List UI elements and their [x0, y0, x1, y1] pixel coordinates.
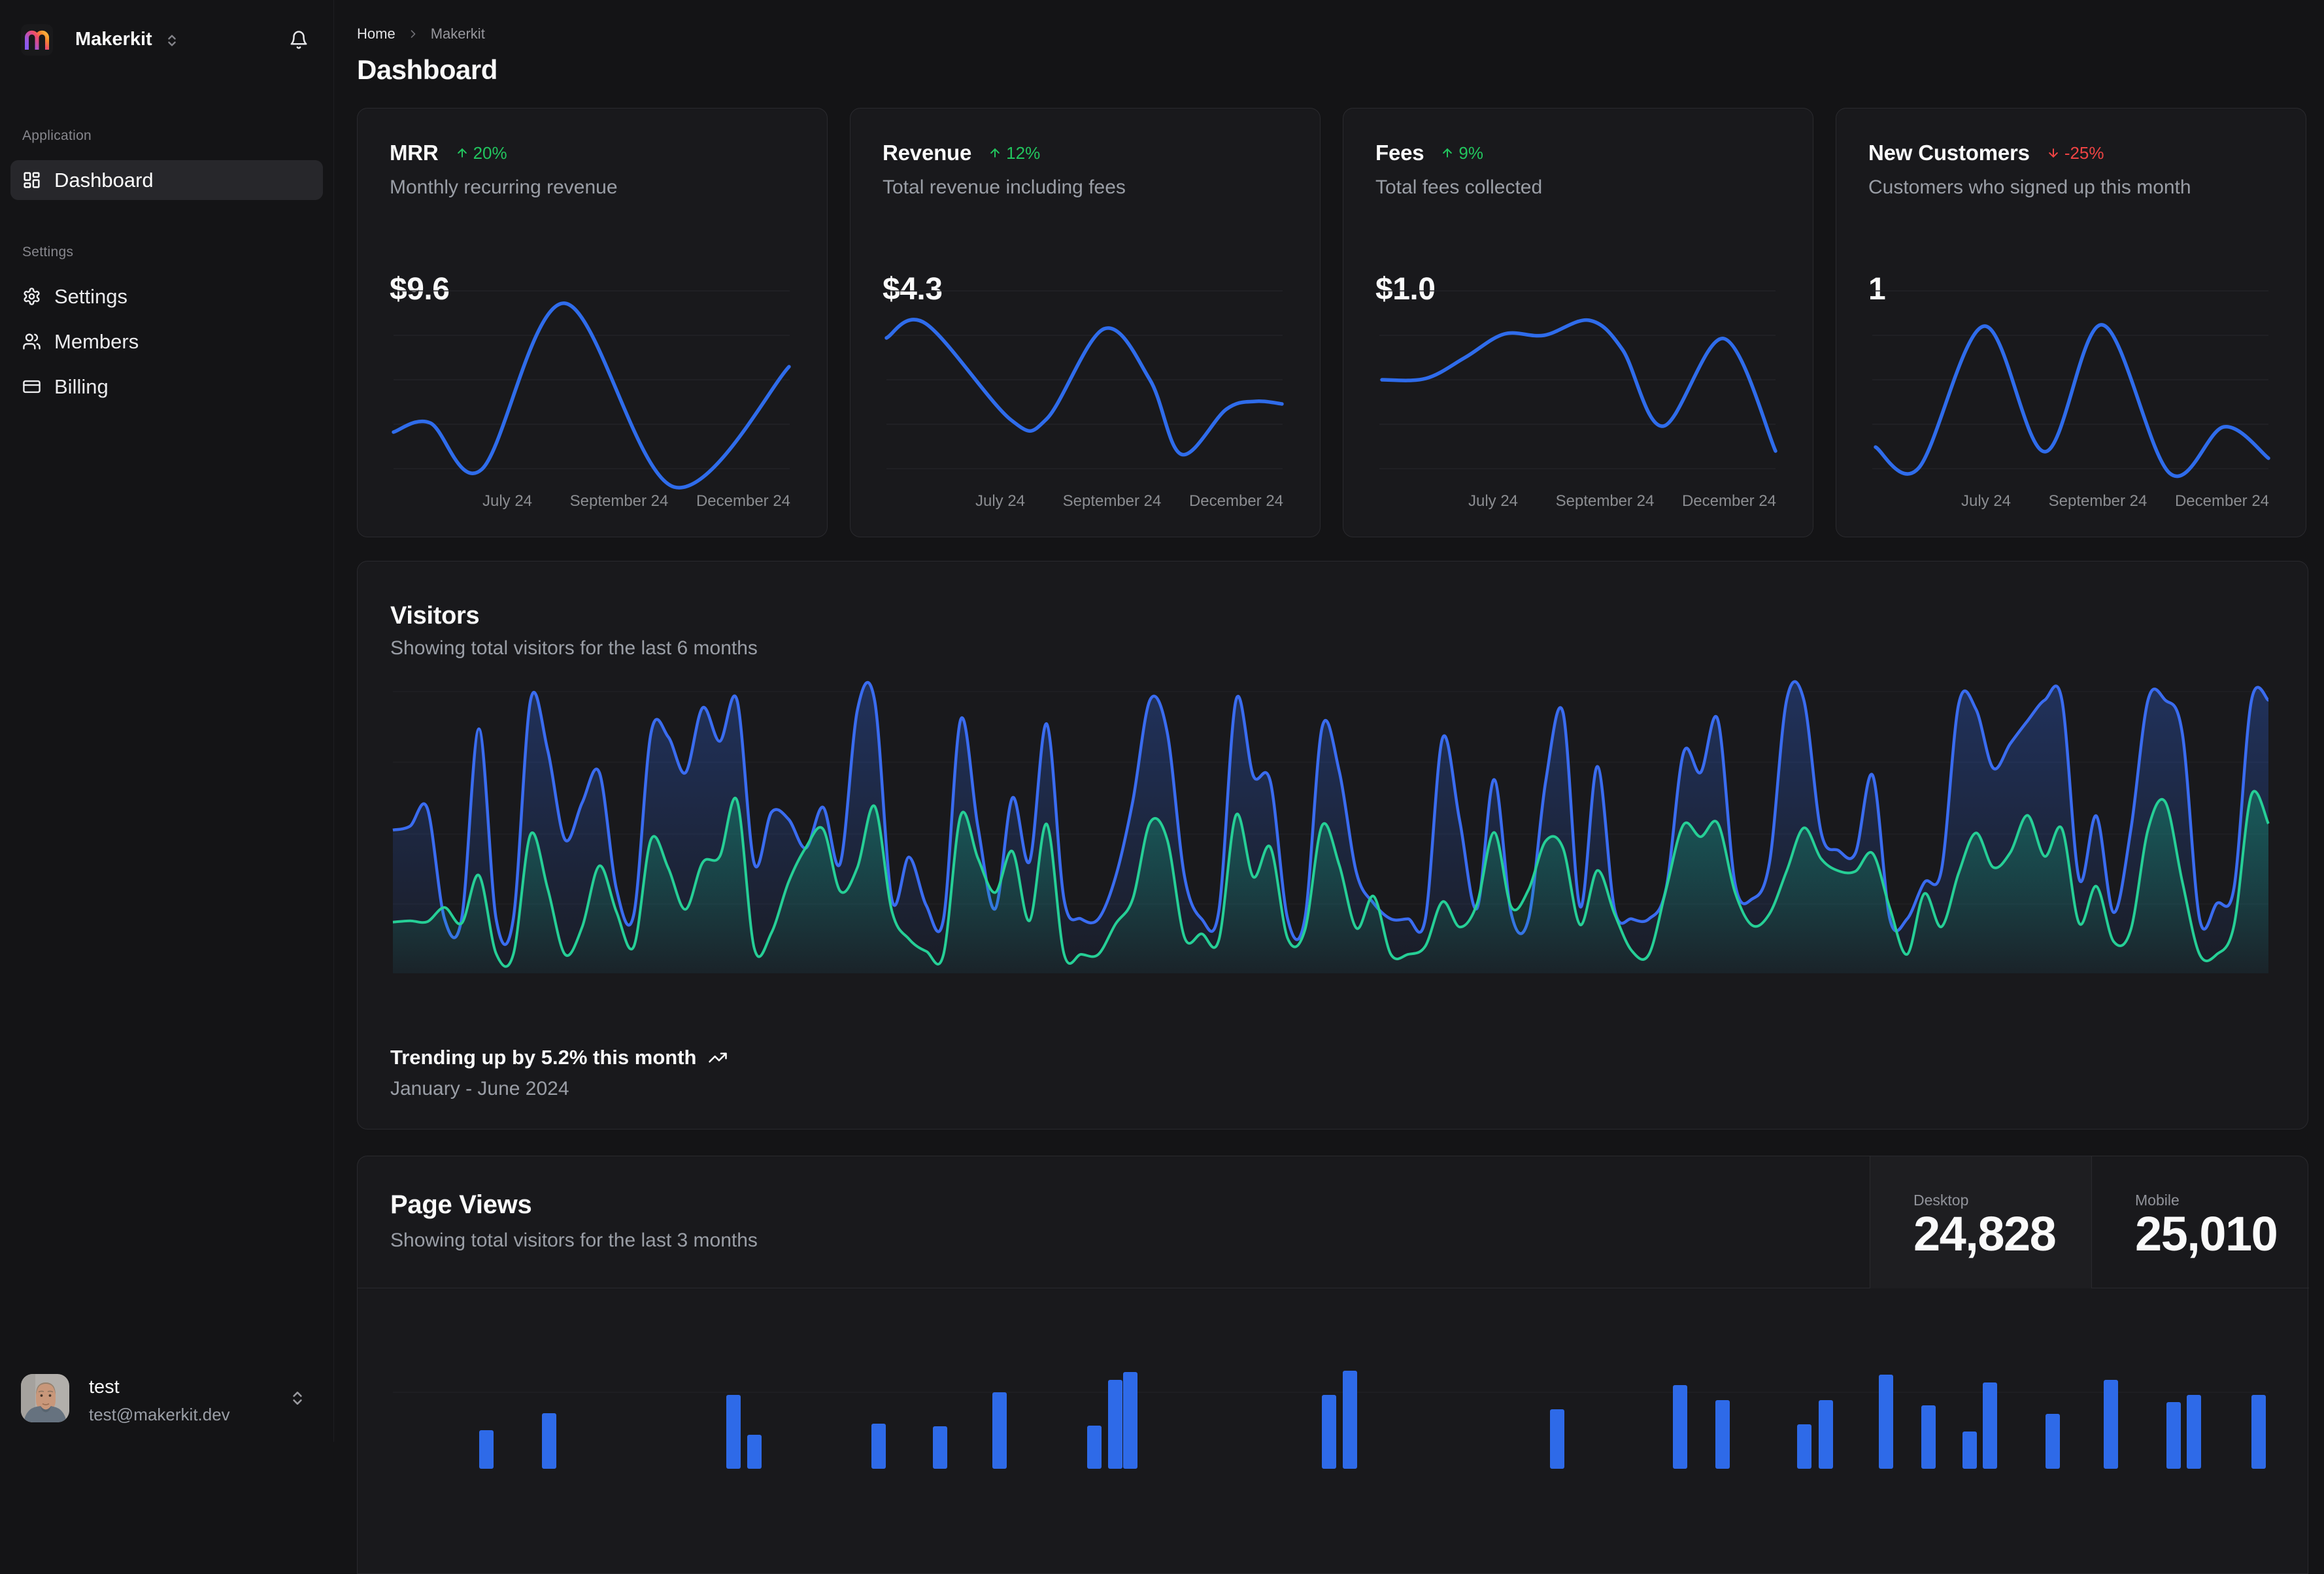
- svg-text:December 24: December 24: [1189, 492, 1283, 510]
- svg-text:September 24: September 24: [570, 492, 669, 510]
- svg-text:December 24: December 24: [1682, 492, 1776, 510]
- svg-text:July 24: July 24: [975, 492, 1025, 510]
- svg-text:July 24: July 24: [1961, 492, 2011, 510]
- svg-text:July 24: July 24: [482, 492, 532, 510]
- svg-text:December 24: December 24: [696, 492, 790, 510]
- svg-text:December 24: December 24: [2175, 492, 2269, 510]
- svg-text:September 24: September 24: [1063, 492, 1162, 510]
- svg-text:September 24: September 24: [2049, 492, 2147, 510]
- svg-text:September 24: September 24: [1556, 492, 1655, 510]
- svg-text:July 24: July 24: [1468, 492, 1518, 510]
